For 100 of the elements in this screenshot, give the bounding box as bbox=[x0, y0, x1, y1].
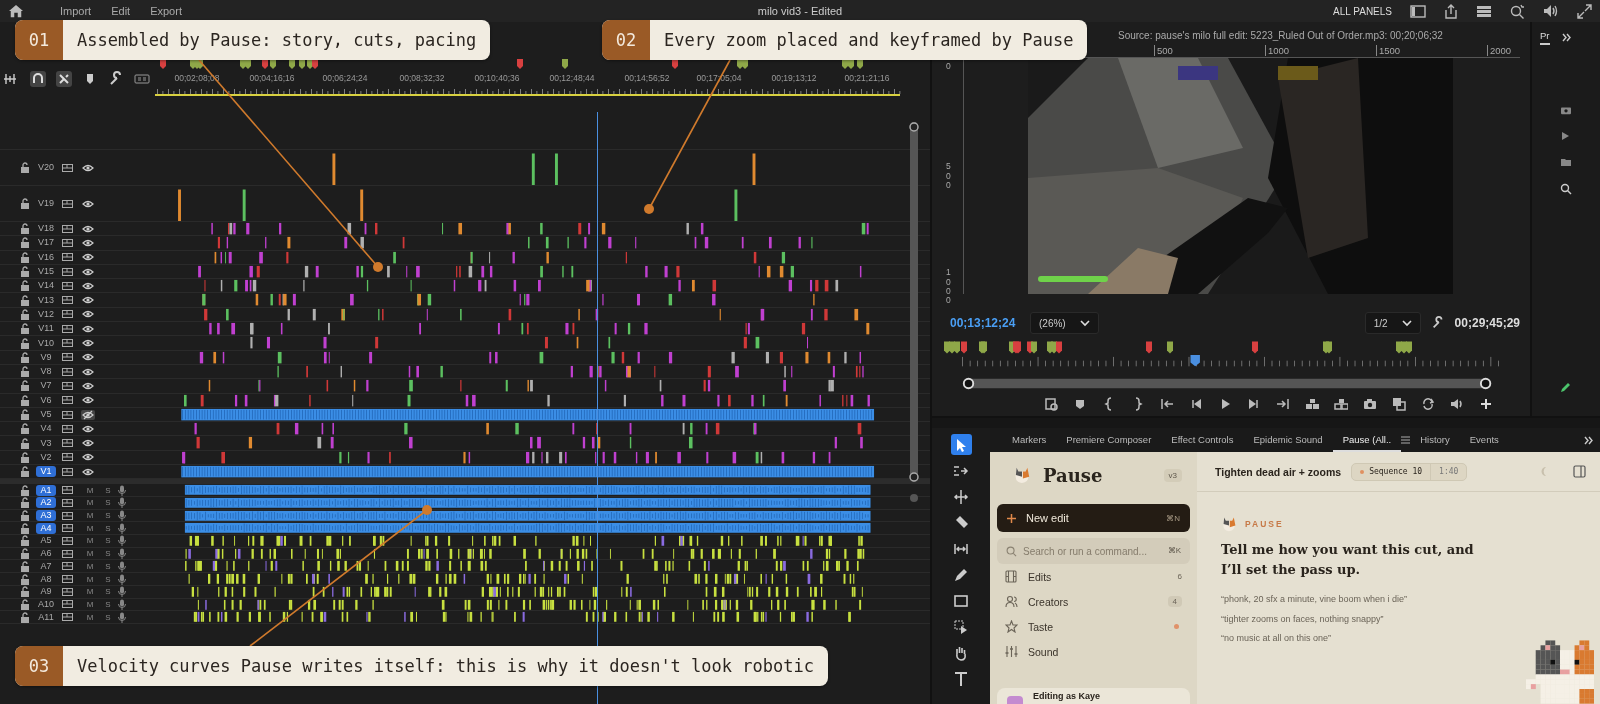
film-icon[interactable] bbox=[62, 295, 73, 306]
playhead-timecode[interactable]: 00;13;12;24 bbox=[950, 316, 1030, 331]
microphone-icon[interactable] bbox=[117, 573, 127, 585]
account-card[interactable]: Editing as Kaye bbox=[997, 688, 1190, 704]
track-label[interactable]: V1 bbox=[36, 466, 56, 478]
mute-toggle[interactable]: M bbox=[81, 599, 99, 609]
film-icon[interactable] bbox=[62, 535, 73, 546]
film-icon[interactable] bbox=[62, 323, 73, 334]
track-label[interactable]: V14 bbox=[36, 280, 56, 292]
lock-icon[interactable] bbox=[20, 323, 30, 335]
lock-icon[interactable] bbox=[20, 497, 30, 509]
track-label[interactable]: A11 bbox=[36, 611, 56, 623]
lock-icon[interactable] bbox=[20, 586, 30, 598]
film-icon[interactable] bbox=[62, 548, 73, 559]
track-label[interactable]: A8 bbox=[36, 573, 56, 585]
lock-icon[interactable] bbox=[20, 280, 30, 292]
lock-icon[interactable] bbox=[20, 223, 30, 235]
lock-icon[interactable] bbox=[20, 266, 30, 278]
track-label[interactable]: V19 bbox=[36, 198, 56, 209]
solo-toggle[interactable]: S bbox=[99, 511, 117, 521]
lock-icon[interactable] bbox=[20, 366, 30, 378]
lock-icon[interactable] bbox=[20, 294, 30, 306]
resolution-dropdown[interactable]: 1/2 bbox=[1364, 312, 1421, 335]
lock-icon[interactable] bbox=[20, 560, 30, 572]
track-label[interactable]: V3 bbox=[36, 437, 56, 449]
solo-toggle[interactable]: S bbox=[99, 485, 117, 495]
film-icon[interactable] bbox=[62, 395, 73, 406]
nav-item[interactable]: Taste bbox=[997, 614, 1190, 639]
lock-icon[interactable] bbox=[20, 598, 30, 610]
microphone-icon[interactable] bbox=[117, 484, 127, 496]
film-icon[interactable] bbox=[62, 497, 73, 508]
lock-icon[interactable] bbox=[20, 466, 30, 478]
sequence-chip[interactable]: Sequence 10 1:40 bbox=[1351, 462, 1468, 481]
eye-icon[interactable] bbox=[82, 423, 94, 434]
camera-icon[interactable] bbox=[1363, 396, 1377, 411]
track-label[interactable]: V15 bbox=[36, 266, 56, 278]
wrench-icon[interactable] bbox=[108, 71, 124, 87]
track-label[interactable]: V20 bbox=[36, 162, 56, 173]
panel-icon[interactable] bbox=[1410, 4, 1426, 18]
film-icon[interactable] bbox=[62, 586, 73, 597]
lock-icon[interactable] bbox=[20, 573, 30, 585]
film-icon[interactable] bbox=[62, 423, 73, 434]
eye-icon[interactable] bbox=[82, 266, 94, 277]
track-label[interactable]: A10 bbox=[36, 598, 56, 610]
folder-icon[interactable] bbox=[1560, 157, 1572, 167]
track-label[interactable]: V16 bbox=[36, 251, 56, 263]
eye-icon[interactable] bbox=[82, 452, 94, 463]
film-icon[interactable] bbox=[62, 237, 73, 248]
microphone-icon[interactable] bbox=[117, 522, 127, 534]
lock-icon[interactable] bbox=[20, 535, 30, 547]
select-tool-icon[interactable] bbox=[950, 434, 972, 455]
mute-toggle[interactable]: M bbox=[81, 523, 99, 533]
film-icon[interactable] bbox=[62, 409, 73, 420]
panel-tab[interactable]: Premiere Composer bbox=[1056, 428, 1162, 452]
film-icon[interactable] bbox=[62, 599, 73, 610]
eye-icon[interactable] bbox=[82, 438, 94, 449]
eye-icon[interactable] bbox=[82, 338, 94, 348]
camera-icon[interactable] bbox=[1560, 105, 1572, 115]
film-icon[interactable] bbox=[62, 366, 73, 377]
track-label[interactable]: A2 bbox=[36, 497, 56, 509]
home-icon[interactable] bbox=[8, 4, 24, 18]
film-icon[interactable] bbox=[62, 485, 73, 496]
film-icon[interactable] bbox=[62, 338, 73, 348]
track-label[interactable]: A3 bbox=[36, 510, 56, 522]
film-icon[interactable] bbox=[62, 438, 73, 449]
film-icon[interactable] bbox=[62, 574, 73, 584]
lock-icon[interactable] bbox=[20, 522, 30, 534]
search-icon[interactable] bbox=[1510, 3, 1525, 19]
microphone-icon[interactable] bbox=[117, 510, 127, 522]
share-icon[interactable] bbox=[1444, 3, 1458, 19]
track-label[interactable]: V10 bbox=[36, 337, 56, 349]
example-prompt[interactable]: “phonk, 20 sfx a minute, vine boom when i die” bbox=[1221, 594, 1600, 614]
lock-icon[interactable] bbox=[20, 510, 30, 522]
panel-tab[interactable]: History bbox=[1410, 428, 1460, 452]
track-label[interactable]: V17 bbox=[36, 237, 56, 249]
track-label[interactable]: V8 bbox=[36, 366, 56, 378]
all-panels-button[interactable]: ALL PANELS bbox=[1333, 5, 1392, 17]
mute-toggle[interactable]: M bbox=[81, 587, 99, 597]
panel-tab[interactable]: Markers bbox=[1002, 428, 1057, 452]
eye-icon[interactable] bbox=[82, 309, 94, 320]
solo-toggle[interactable]: S bbox=[99, 612, 117, 622]
eye-icon[interactable] bbox=[82, 237, 94, 248]
film-icon[interactable] bbox=[62, 252, 73, 263]
plus-icon[interactable] bbox=[1479, 396, 1493, 411]
microphone-icon[interactable] bbox=[117, 548, 127, 560]
track-label[interactable]: A7 bbox=[36, 560, 56, 572]
film-icon[interactable] bbox=[62, 352, 73, 363]
microphone-icon[interactable] bbox=[117, 535, 127, 547]
chevrons-icon[interactable] bbox=[1584, 435, 1594, 445]
eye-icon[interactable] bbox=[82, 323, 94, 334]
panel-tab[interactable]: Pr bbox=[1540, 30, 1550, 45]
lock-icon[interactable] bbox=[20, 548, 30, 560]
menu-item[interactable]: Export bbox=[150, 5, 182, 17]
mute-toggle[interactable]: M bbox=[81, 498, 99, 508]
eye-icon[interactable] bbox=[82, 198, 94, 209]
menu-icon[interactable] bbox=[1401, 436, 1411, 444]
solo-toggle[interactable]: S bbox=[99, 561, 117, 571]
film-icon[interactable] bbox=[62, 198, 73, 209]
microphone-icon[interactable] bbox=[117, 598, 127, 610]
fullscreen-icon[interactable] bbox=[1577, 3, 1592, 19]
